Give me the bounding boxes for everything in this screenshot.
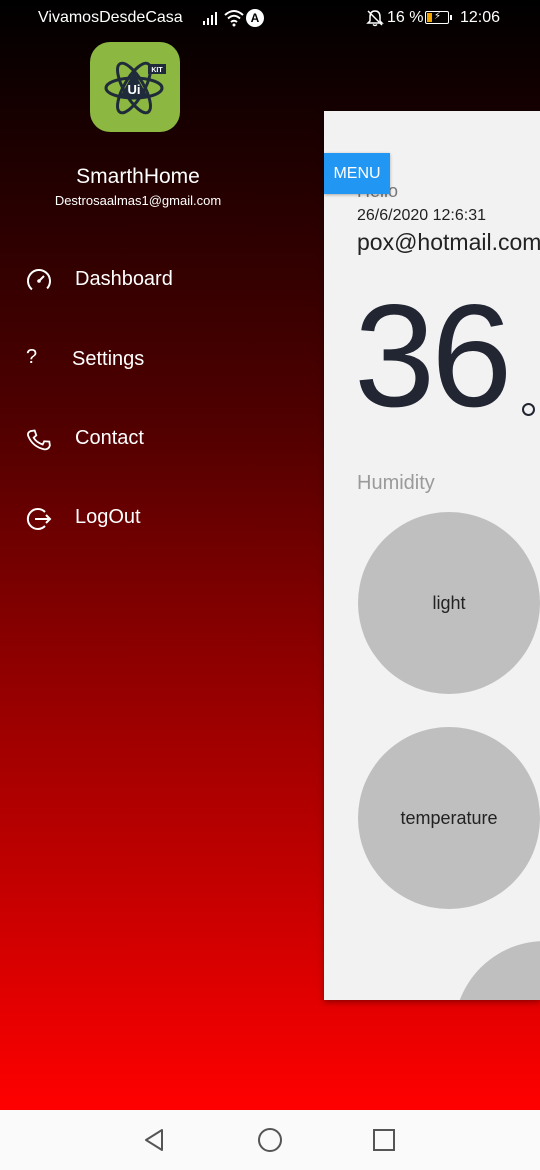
phone-icon	[27, 429, 51, 451]
battery-icon: ⚡	[425, 11, 452, 24]
light-circle[interactable]: light	[358, 512, 540, 694]
partial-circle[interactable]	[454, 941, 540, 1000]
app-title: SmarthHome	[76, 165, 200, 188]
menu-label-logout: LogOut	[75, 506, 141, 528]
humidity-label: Humidity	[357, 472, 435, 494]
app-logo: Ui KIT	[90, 42, 180, 132]
reading-value: 36	[354, 274, 512, 437]
panel-email: pox@hotmail.com	[357, 229, 540, 255]
menu-item-logout[interactable]: LogOut	[0, 490, 300, 546]
question-mark-icon: ?	[26, 346, 38, 368]
user-email: Destrosaalmas1@gmail.com	[54, 193, 222, 208]
home-icon[interactable]	[257, 1127, 283, 1153]
degree-symbol	[522, 403, 535, 416]
drawer-screen: VivamosDesdeCasa A 16 % ⚡ 12:06 Ui KIT S…	[0, 0, 540, 1110]
menu-item-settings[interactable]: ? Settings	[0, 332, 300, 388]
recents-icon[interactable]	[371, 1127, 397, 1153]
battery-percent: 16 %	[387, 9, 424, 26]
logout-icon	[26, 508, 52, 530]
signal-icon	[203, 11, 217, 25]
system-navigation-bar	[0, 1110, 540, 1170]
speedometer-icon	[27, 269, 51, 293]
logo-badge: KIT	[151, 67, 163, 74]
logo-text: Ui	[128, 82, 141, 97]
menu-label-contact: Contact	[75, 427, 144, 449]
atom-logo-icon: Ui KIT	[104, 61, 166, 115]
menu-button[interactable]: MENU	[324, 153, 390, 194]
datetime-text: 26/6/2020 12:6:31	[357, 207, 487, 224]
navigation-indicator-icon: A	[246, 9, 264, 27]
back-icon[interactable]	[141, 1127, 167, 1153]
mute-bell-icon	[366, 10, 384, 27]
wifi-icon	[224, 10, 244, 27]
main-content-panel: Hello MENU 26/6/2020 12:6:31 pox@hotmail…	[324, 111, 540, 1000]
carrier-label: VivamosDesdeCasa	[38, 9, 183, 26]
menu-label-settings: Settings	[72, 348, 145, 370]
menu-item-dashboard[interactable]: Dashboard	[0, 252, 300, 308]
status-bar: VivamosDesdeCasa A 16 % ⚡ 12:06	[0, 0, 540, 36]
clock: 12:06	[460, 9, 501, 26]
menu-item-contact[interactable]: Contact	[0, 411, 300, 467]
menu-label-dashboard: Dashboard	[75, 268, 173, 290]
temperature-circle[interactable]: temperature	[358, 727, 540, 909]
